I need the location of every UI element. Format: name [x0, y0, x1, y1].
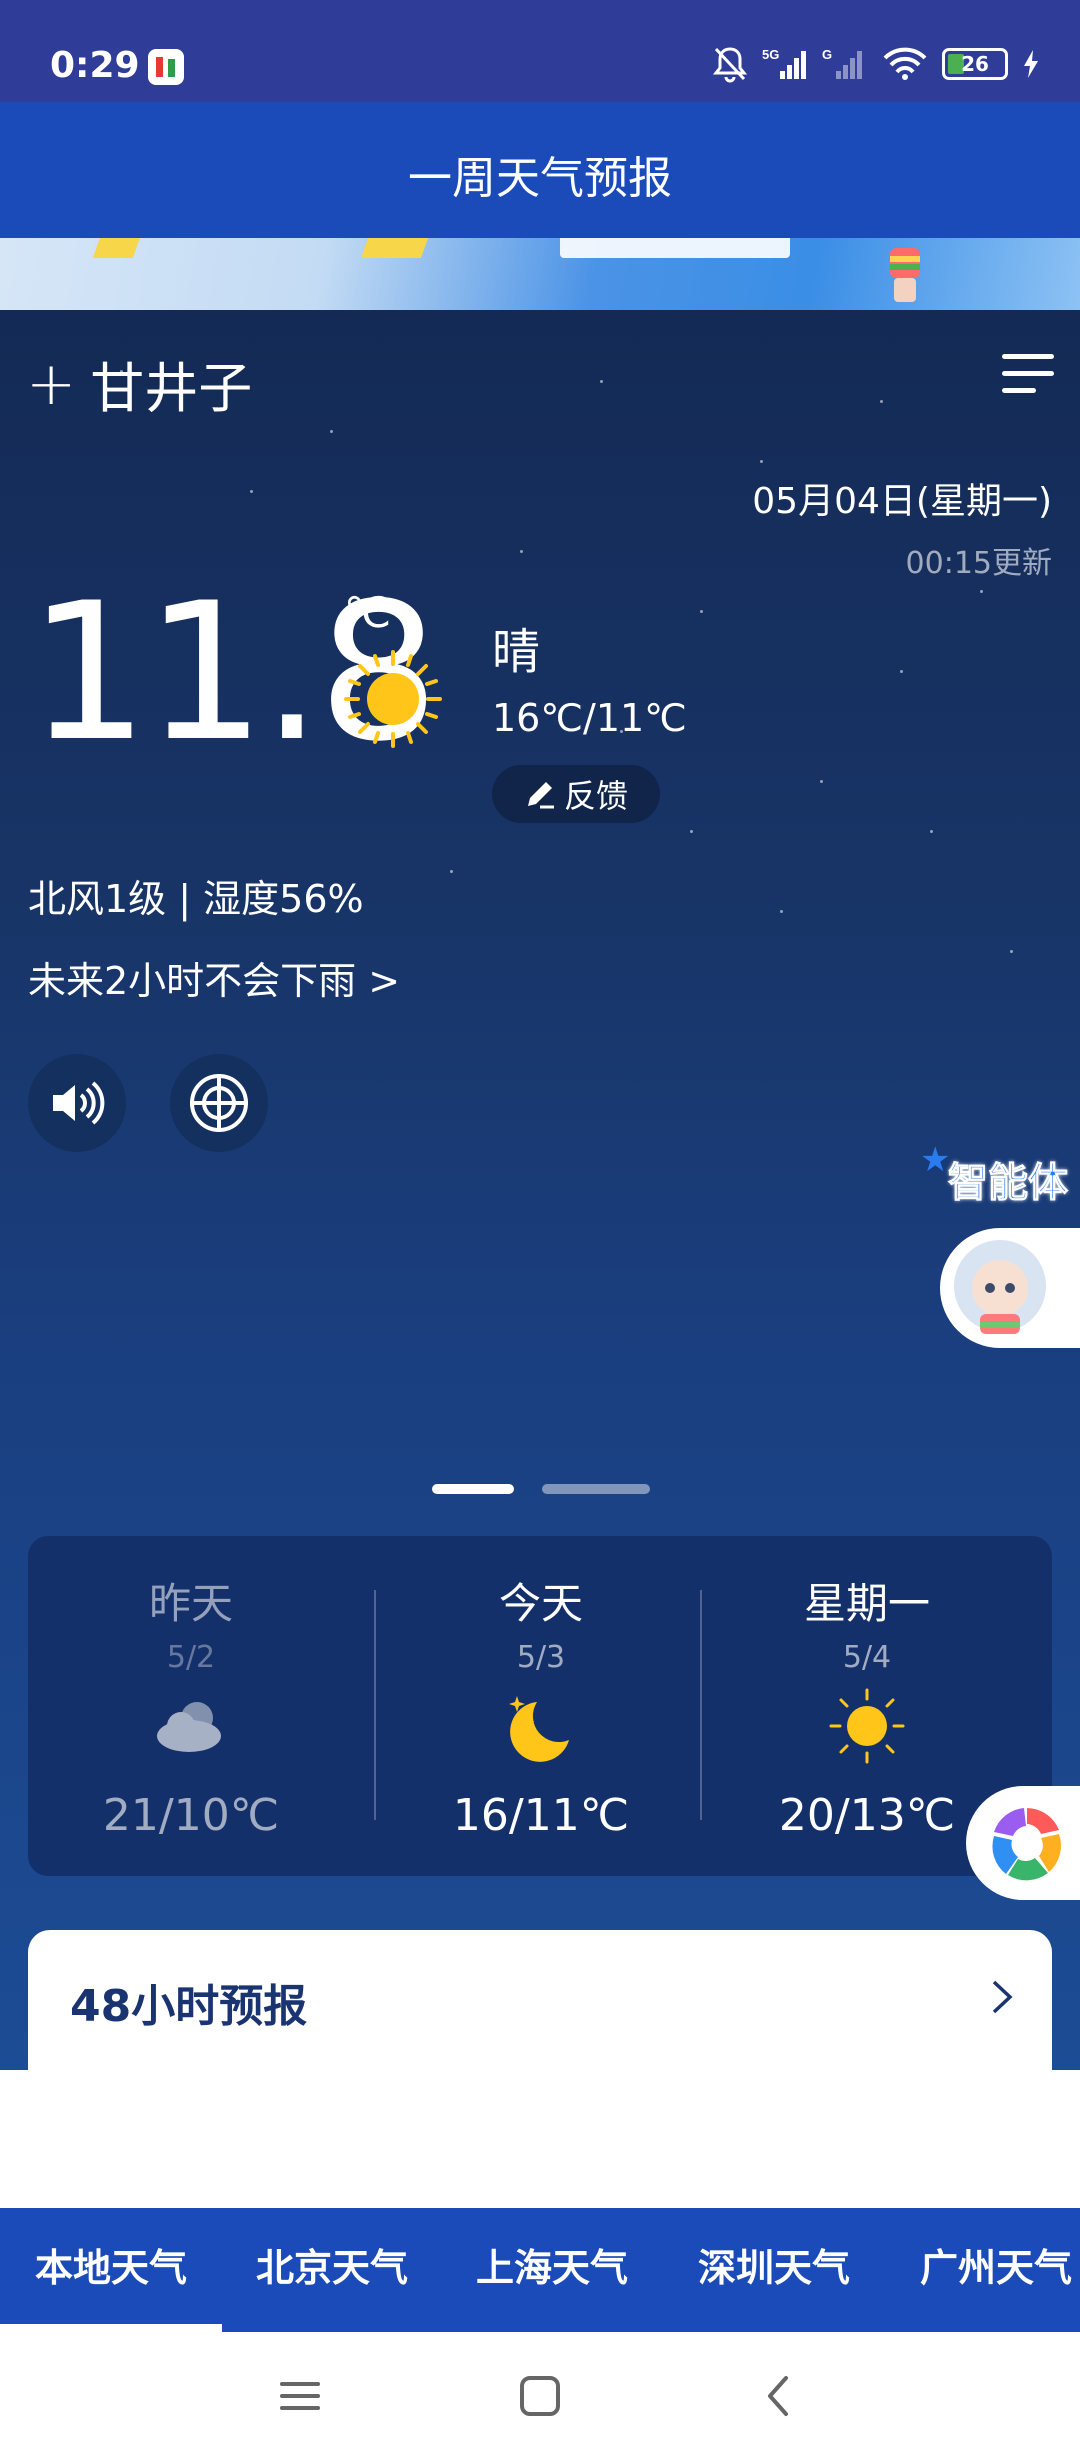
ai-agent-label[interactable]: ★ 智能体 — [920, 1140, 1080, 1207]
app-notification-icon — [148, 49, 184, 85]
tab-beijing-weather[interactable]: 北京天气 — [256, 2208, 408, 2332]
city-name: 甘井子 — [90, 357, 253, 420]
radar-icon — [190, 1074, 248, 1132]
recent-apps-icon[interactable] — [278, 2374, 322, 2418]
page-title: 一周天气预报 — [408, 153, 672, 204]
update-time: 00:15更新 — [905, 546, 1052, 581]
cloudy-icon — [157, 1702, 221, 1752]
svg-text:5G: 5G — [762, 47, 779, 62]
edit-icon — [527, 782, 554, 809]
assistant-logo-button[interactable] — [966, 1786, 1080, 1900]
rain-forecast-link[interactable]: 未来2小时不会下雨 > — [28, 950, 400, 1005]
city-tabs: 本地天气 北京天气 上海天气 深圳天气 广州天气 — [0, 2208, 1080, 2332]
current-date: 05月04日(星期一) — [752, 481, 1052, 522]
radar-button[interactable] — [170, 1054, 268, 1152]
city-selector[interactable]: + 甘井子 — [26, 344, 252, 423]
day-name: 星期一 — [803, 1579, 930, 1628]
ai-agent-text: 智能体 — [948, 1160, 1069, 1207]
sun-icon — [344, 650, 442, 748]
weather-condition: 晴 — [492, 624, 541, 680]
star-icon: ★ — [920, 1140, 951, 1180]
moon-icon — [509, 1696, 569, 1762]
wifi-icon — [883, 47, 927, 80]
system-navigation-bar — [0, 2332, 1080, 2460]
blank-area — [0, 2070, 1080, 2208]
5g-signal-icon: 5G — [762, 47, 806, 79]
swirl-logo-icon — [992, 1808, 1061, 1881]
menu-icon[interactable] — [1002, 354, 1054, 394]
ai-agent-avatar[interactable] — [940, 1228, 1080, 1348]
voice-broadcast-button[interactable] — [28, 1054, 126, 1152]
tab-local-weather[interactable]: 本地天气 — [0, 2208, 222, 2332]
svg-text:G: G — [822, 47, 832, 62]
day-today[interactable]: 今天 5/3 16/11℃ — [378, 1536, 704, 1876]
temperature-unit: ℃ — [344, 588, 392, 637]
weather-main: + 甘井子 05月04日(星期一) 00:15更新 11.8 ℃ 晴 16℃/1… — [0, 310, 1080, 2110]
tab-guangzhou-weather[interactable]: 广州天气 — [920, 2208, 1080, 2332]
back-icon[interactable] — [758, 2374, 802, 2418]
charging-icon — [1024, 50, 1038, 78]
status-icons: 5G G 26 — [712, 44, 1040, 84]
status-time: 0:29 — [50, 45, 140, 86]
day-name: 昨天 — [148, 1579, 233, 1628]
chevron-right-icon[interactable] — [988, 1978, 1016, 2016]
speaker-icon — [53, 1081, 105, 1125]
signal-icon: G — [822, 47, 862, 79]
day-date: 5/2 — [166, 1640, 216, 1675]
active-tab-indicator — [0, 2324, 222, 2332]
add-city-icon[interactable]: + — [26, 354, 76, 414]
battery-icon: 26 — [942, 48, 1008, 80]
feedback-button[interactable]: 反馈 — [492, 765, 660, 823]
day-date: 5/4 — [842, 1640, 892, 1675]
day-date: 5/3 — [516, 1640, 566, 1675]
day-yesterday[interactable]: 昨天 5/2 21/10℃ — [28, 1536, 354, 1876]
promo-banner[interactable] — [0, 238, 1080, 310]
feedback-label: 反馈 — [563, 777, 628, 815]
sun-icon — [829, 1688, 905, 1764]
avatar-icon — [954, 1240, 1046, 1334]
home-icon[interactable] — [518, 2374, 562, 2418]
tab-shenzhen-weather[interactable]: 深圳天气 — [698, 2208, 850, 2332]
three-day-card[interactable]: 昨天 5/2 21/10℃ 今天 5/3 16/11℃ 星期一 5/4 20/1… — [28, 1536, 1052, 1876]
mascot-icon — [890, 248, 920, 302]
page-indicator — [0, 1484, 1080, 1496]
status-bar: 0:29 5G G 26 — [0, 0, 1080, 102]
battery-level: 26 — [961, 52, 989, 76]
wind-humidity: 北风1级 | 湿度56% — [28, 877, 364, 921]
page-dot — [542, 1484, 650, 1494]
app-header: 一周天气预报 — [0, 102, 1080, 238]
day-temps: 16/11℃ — [452, 1790, 630, 1841]
tab-shanghai-weather[interactable]: 上海天气 — [476, 2208, 628, 2332]
temperature-range: 16℃/11℃ — [492, 696, 687, 740]
day-temps: 21/10℃ — [102, 1790, 280, 1841]
page-dot-active — [432, 1484, 514, 1494]
day-name: 今天 — [498, 1579, 583, 1628]
forecast-48h-title: 48小时预报 — [70, 1981, 308, 2032]
notifications-off-icon — [712, 47, 748, 83]
